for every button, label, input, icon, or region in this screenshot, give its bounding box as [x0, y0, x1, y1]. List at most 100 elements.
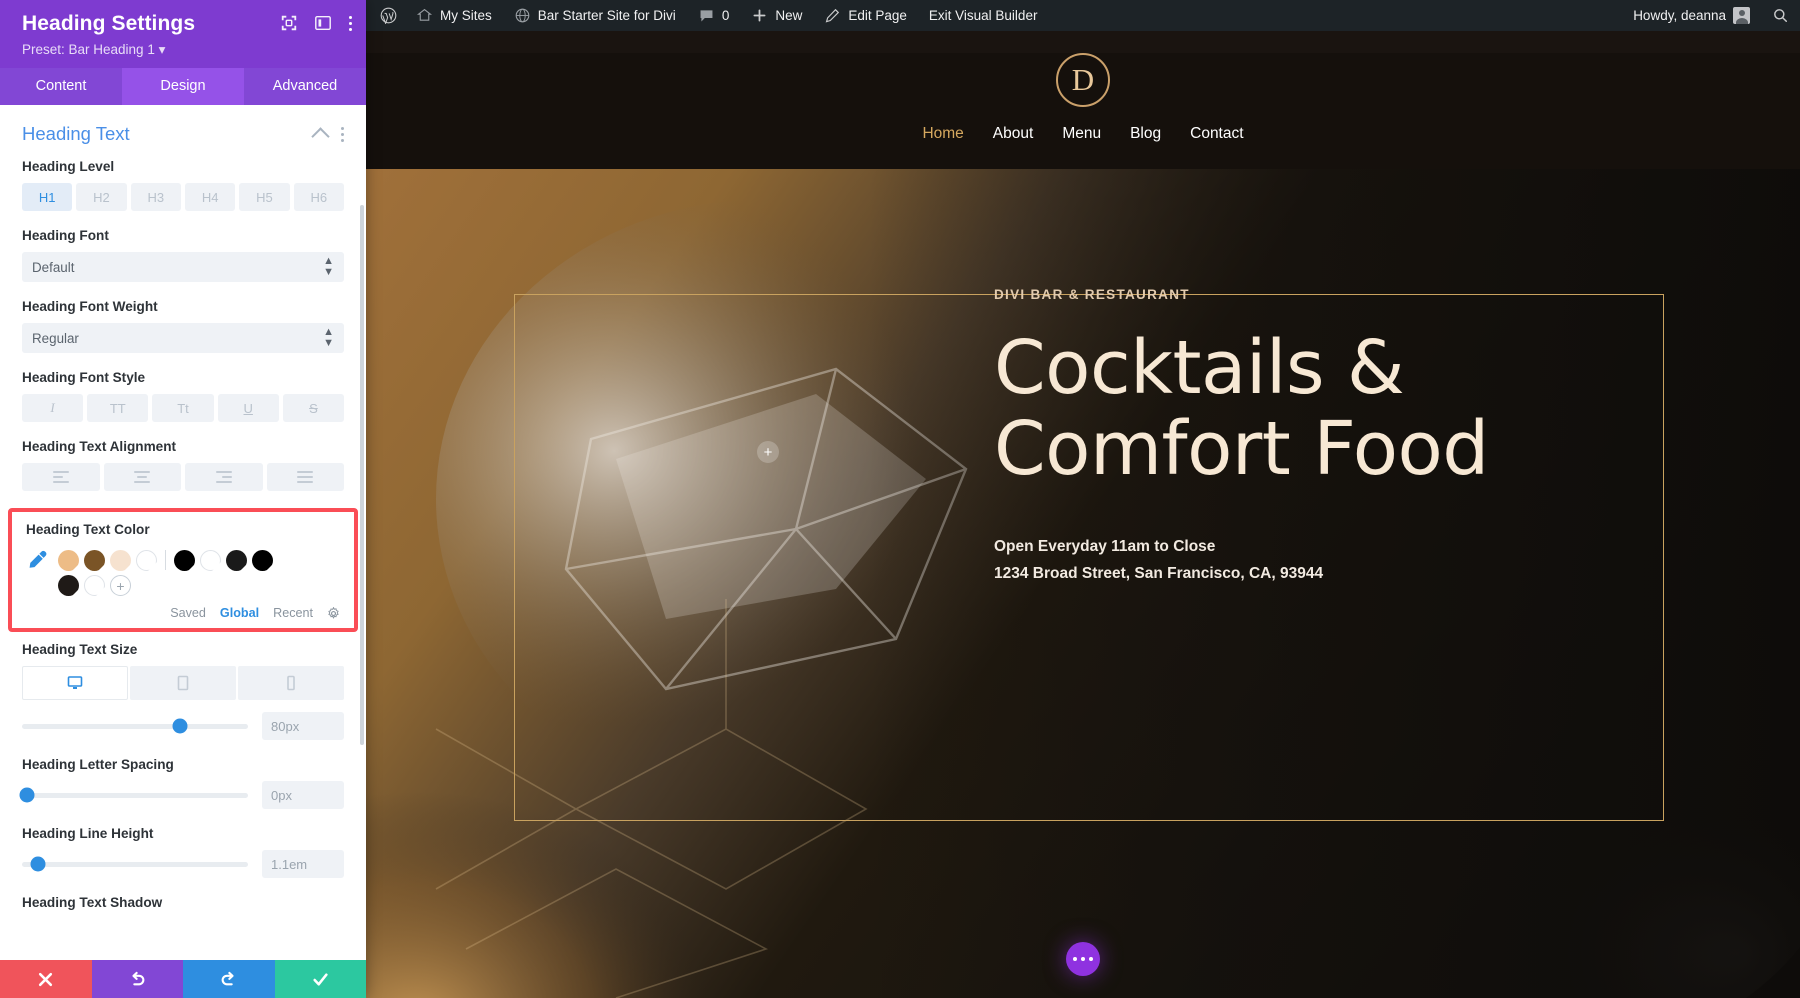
nav-item-contact[interactable]: Contact	[1190, 125, 1243, 143]
heading-letter-spacing-slider[interactable]	[19, 787, 248, 803]
field-heading-level: Heading Level H1 H2 H3 H4 H5 H6	[0, 159, 366, 211]
phone-icon	[287, 675, 295, 691]
color-swatch[interactable]	[110, 549, 132, 572]
color-swatch[interactable]	[252, 549, 274, 572]
nav-item-about[interactable]: About	[993, 125, 1034, 143]
section-heading-text[interactable]: Heading Text	[0, 105, 366, 159]
site-logo[interactable]: D	[1056, 53, 1110, 107]
nav-item-home[interactable]: Home	[922, 125, 963, 143]
nav-item-menu[interactable]: Menu	[1062, 125, 1101, 143]
swatch-divider	[165, 550, 166, 570]
plus-icon	[753, 9, 766, 22]
color-swatch[interactable]	[58, 549, 80, 572]
font-style-underline[interactable]: U	[217, 394, 279, 422]
cancel-button[interactable]	[0, 960, 92, 998]
align-justify-icon[interactable]	[266, 463, 344, 491]
heading-font-weight-label: Heading Font Weight	[22, 299, 158, 314]
align-right-icon[interactable]	[185, 463, 263, 491]
site-canvas: D Home About Menu Blog Contact + DIVI BA…	[366, 31, 1800, 998]
wordpress-logo-icon[interactable]	[366, 0, 405, 31]
pencil-icon	[826, 8, 840, 23]
color-swatch[interactable]	[84, 549, 106, 572]
heading-line-height-label: Heading Line Height	[22, 826, 154, 841]
hero-section: + DIVI BAR & RESTAURANT Cocktails & Comf…	[366, 169, 1800, 998]
redo-button[interactable]	[183, 960, 275, 998]
slider-knob[interactable]	[172, 718, 188, 734]
admin-bar-exit-visual-builder[interactable]: Exit Visual Builder	[918, 0, 1049, 31]
color-tab-saved[interactable]: Saved	[170, 606, 206, 620]
preset-selector[interactable]: Preset: Bar Heading 1 ▾	[22, 42, 350, 58]
section-options-icon[interactable]	[341, 126, 344, 142]
heading-font-weight-select[interactable]: Regular ▲ ▼	[22, 323, 344, 353]
panel-layout-icon[interactable]	[314, 14, 332, 32]
color-palette-tabs: Saved Global Recent	[26, 606, 340, 620]
heading-level-options: H1 H2 H3 H4 H5 H6	[22, 183, 344, 211]
avatar	[1733, 7, 1750, 24]
heading-text-color-highlight: Heading Text Color + Saved Global Recent	[8, 508, 358, 632]
field-heading-line-height: Heading Line Height 1.1em	[0, 826, 366, 878]
heading-settings-panel: Heading Settings Preset: Bar Heading 1 ▾…	[0, 0, 366, 998]
device-switcher	[22, 666, 344, 700]
comment-icon	[700, 10, 713, 22]
panel-scrollbar[interactable]	[360, 205, 364, 745]
color-tab-global[interactable]: Global	[220, 606, 259, 620]
color-swatch[interactable]	[84, 575, 105, 596]
more-options-icon[interactable]	[348, 15, 352, 31]
heading-line-height-slider[interactable]	[22, 856, 248, 872]
heading-level-h5[interactable]: H5	[239, 183, 290, 211]
hero-heading-line-2[interactable]: Comfort Food	[994, 408, 1494, 490]
heading-level-h1[interactable]: H1	[22, 183, 73, 211]
section-title: Heading Text	[22, 123, 130, 144]
hero-heading-line-1[interactable]: Cocktails &	[994, 327, 1494, 409]
heading-level-h4[interactable]: H4	[184, 183, 236, 211]
align-center-icon[interactable]	[103, 463, 181, 491]
admin-bar-account[interactable]: Howdy, deanna	[1622, 0, 1761, 31]
heading-text-size-input[interactable]: 80px	[262, 712, 344, 740]
hero-hours: Open Everyday 11am to Close	[994, 537, 1216, 555]
admin-bar-edit-page[interactable]: Edit Page	[813, 0, 918, 31]
align-left-icon[interactable]	[22, 463, 100, 491]
heading-letter-spacing-input[interactable]: 0px	[262, 781, 344, 809]
admin-bar-new[interactable]: New	[740, 0, 813, 31]
heading-level-h6[interactable]: H6	[293, 183, 344, 211]
chevron-up-icon[interactable]	[311, 126, 330, 146]
heading-line-height-input[interactable]: 1.1em	[262, 850, 344, 878]
eyedropper-icon[interactable]	[26, 549, 48, 571]
tab-content[interactable]: Content	[0, 68, 122, 105]
admin-bar-search[interactable]	[1761, 0, 1800, 31]
tab-design[interactable]: Design	[122, 68, 244, 105]
color-swatch[interactable]	[174, 549, 196, 572]
add-module-button[interactable]: +	[757, 441, 779, 463]
tab-advanced[interactable]: Advanced	[244, 68, 366, 105]
font-style-uppercase[interactable]: TT	[87, 394, 149, 422]
font-style-capitalize[interactable]: Tt	[152, 394, 214, 422]
visual-builder-menu-button[interactable]	[1066, 942, 1100, 976]
device-desktop[interactable]	[22, 666, 128, 700]
admin-bar-comments[interactable]: 0	[687, 0, 741, 31]
gear-icon[interactable]	[327, 606, 340, 620]
heading-font-select[interactable]: Default ▲ ▼	[22, 252, 344, 282]
slider-knob[interactable]	[30, 856, 46, 872]
save-button[interactable]	[274, 960, 366, 998]
color-swatch[interactable]	[58, 575, 80, 597]
color-swatch[interactable]	[226, 549, 248, 572]
device-tablet[interactable]	[130, 666, 236, 700]
font-style-italic[interactable]: I	[22, 394, 84, 422]
color-swatch[interactable]	[136, 549, 157, 571]
slider-knob[interactable]	[19, 787, 35, 803]
device-phone[interactable]	[238, 666, 344, 700]
admin-bar-site-name[interactable]: Bar Starter Site for Divi	[503, 0, 687, 31]
heading-level-h3[interactable]: H3	[130, 183, 181, 211]
heading-text-size-slider[interactable]	[22, 718, 248, 734]
admin-bar-label: Edit Page	[848, 8, 907, 23]
font-style-strikethrough[interactable]: S	[282, 394, 345, 422]
admin-bar-my-sites[interactable]: My Sites	[405, 0, 503, 31]
heading-font-style-options: I TT Tt U S	[22, 394, 345, 422]
nav-item-blog[interactable]: Blog	[1130, 125, 1161, 143]
responsive-view-icon[interactable]	[280, 14, 298, 32]
heading-level-h2[interactable]: H2	[76, 183, 127, 211]
add-color-button[interactable]: +	[110, 575, 131, 596]
undo-button[interactable]	[91, 960, 183, 998]
color-tab-recent[interactable]: Recent	[273, 606, 313, 620]
color-swatch[interactable]	[200, 549, 221, 571]
